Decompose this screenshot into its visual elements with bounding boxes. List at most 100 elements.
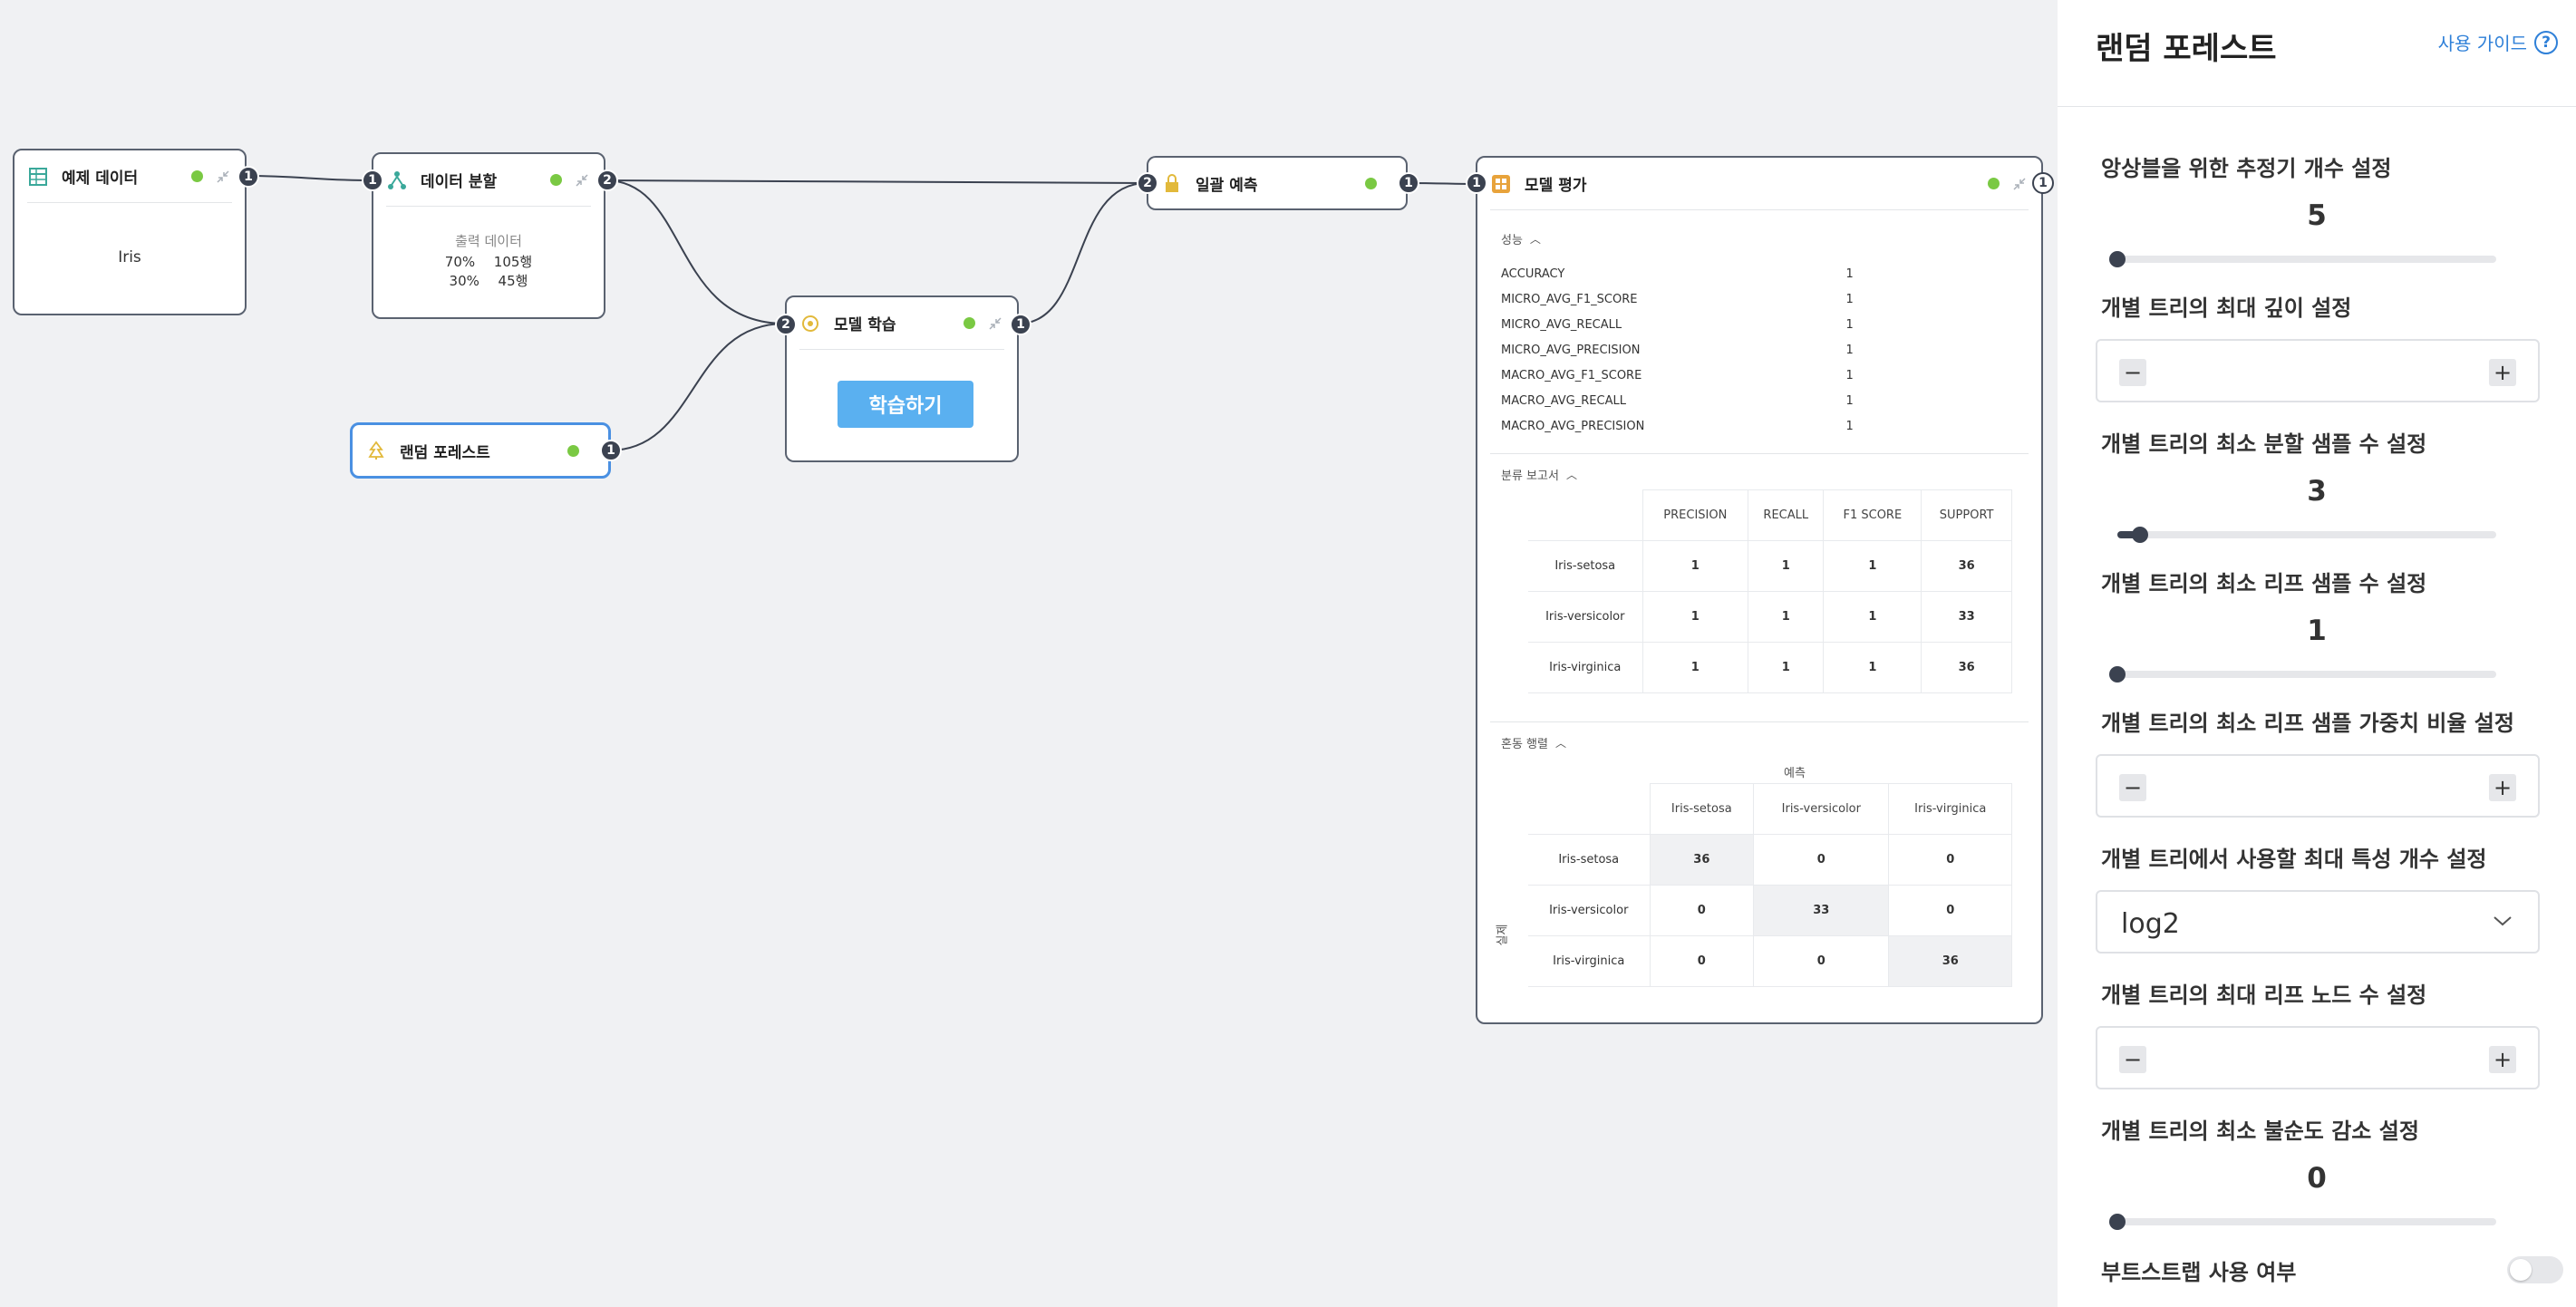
output-label: 출력 데이터 — [455, 233, 522, 249]
output-port[interactable]: 1 — [1010, 314, 1031, 335]
setting-label: 부트스트랩 사용 여부 — [2101, 1260, 2297, 1285]
metric-row: MACRO_AVG_RECALL 1 — [1501, 388, 1864, 413]
help-icon: ? — [2534, 30, 2558, 54]
column-header: PRECISION — [1641, 489, 1749, 541]
estimators-slider[interactable] — [2109, 251, 2496, 267]
table-cell: 1 — [1641, 642, 1749, 693]
guide-label: 사용 가이드 — [2437, 33, 2527, 54]
bootstrap-toggle[interactable] — [2507, 1256, 2563, 1283]
table-row: Iris-setosa 1 1 1 36 — [1528, 540, 2012, 592]
collapse-icon[interactable] — [573, 171, 591, 189]
row-label: Iris-setosa — [1528, 834, 1651, 886]
output-port[interactable]: 1 — [1398, 172, 1419, 194]
matrix-cell: 0 — [1753, 834, 1890, 886]
divider — [1490, 453, 2029, 454]
predicted-axis-label: 예측 — [1784, 767, 1806, 780]
confusion-section-toggle[interactable]: 혼동 행렬 ︿ — [1501, 734, 1566, 751]
table-header-row: Iris-setosa Iris-versicolor Iris-virgini… — [1528, 783, 2012, 835]
collapse-icon[interactable] — [214, 168, 232, 186]
output-port[interactable]: 1 — [600, 440, 622, 461]
node-sample-data[interactable]: 예제 데이터 Iris 1 — [13, 149, 259, 315]
decrement-button[interactable]: − — [2119, 774, 2146, 801]
max-depth-stepper[interactable]: − + — [2096, 339, 2540, 402]
gear-icon — [799, 313, 821, 334]
grid-icon — [1490, 173, 1512, 195]
edge-train-to-predict — [1018, 182, 1148, 324]
setting-label: 개별 트리의 최소 리프 샘플 가중치 비율 설정 — [2101, 711, 2514, 736]
row-label: Iris-versicolor — [1528, 885, 1651, 936]
input-port[interactable]: 1 — [1466, 172, 1487, 194]
workflow-canvas[interactable]: 예제 데이터 Iris 1 데이터 분할 출력 데이터 70% 105행 30%… — [0, 0, 2058, 1307]
input-port[interactable]: 2 — [775, 314, 797, 335]
section-title: 분류 보고서 — [1501, 470, 1559, 483]
row-label: Iris-virginica — [1528, 935, 1651, 987]
column-header: RECALL — [1748, 489, 1825, 541]
max-features-select[interactable]: log2 — [2096, 890, 2540, 954]
node-random-forest[interactable]: 랜덤 포레스트 1 — [350, 422, 622, 479]
table-cell: 1 — [1823, 540, 1922, 592]
metric-row: MICRO_AVG_F1_SCORE 1 — [1501, 286, 1864, 312]
decrement-button[interactable]: − — [2119, 359, 2146, 386]
output-port[interactable]: 1 — [2032, 172, 2054, 194]
increment-button[interactable]: + — [2489, 359, 2516, 386]
metric-value: 1 — [1845, 292, 1854, 306]
split-row: 30% 45행 — [373, 272, 604, 291]
increment-button[interactable]: + — [2489, 774, 2516, 801]
node-data-split[interactable]: 데이터 분할 출력 데이터 70% 105행 30% 45행 1 2 — [362, 152, 618, 319]
min-impurity-slider[interactable] — [2109, 1214, 2496, 1230]
increment-button[interactable]: + — [2489, 1046, 2516, 1073]
user-guide-link[interactable]: 사용 가이드 ? — [2438, 29, 2558, 55]
report-section-toggle[interactable]: 분류 보고서 ︿ — [1501, 466, 1577, 483]
metric-name: MACRO_AVG_PRECISION — [1501, 419, 1645, 433]
split-count: 105행 — [493, 254, 533, 270]
table-header-row: PRECISION RECALL F1 SCORE SUPPORT — [1528, 489, 2012, 541]
performance-section-toggle[interactable]: 성능 ︿ — [1501, 230, 1541, 247]
node-model-eval[interactable]: 모델 평가 1 1 성능 ︿ ACCURACY 1 MICRO_AVG_F1_SCO… — [1466, 156, 2054, 1024]
panel-header: 랜덤 포레스트 사용 가이드 ? — [2058, 0, 2576, 107]
matrix-cell: 0 — [1888, 885, 2012, 936]
output-port[interactable]: 2 — [596, 169, 618, 191]
node-title: 모델 학습 — [834, 316, 896, 334]
max-leaf-nodes-stepper[interactable]: − + — [2096, 1026, 2540, 1089]
slider-thumb[interactable] — [2132, 527, 2149, 543]
node-title: 모델 평가 — [1525, 177, 1587, 195]
table-corner — [1528, 489, 1643, 541]
node-model-train[interactable]: 모델 학습 학습하기 2 1 — [775, 295, 1031, 462]
row-label: Iris-versicolor — [1528, 591, 1643, 643]
setting-label: 앙상블을 위한 추정기 개수 설정 — [2101, 156, 2392, 181]
input-port[interactable]: 1 — [362, 169, 383, 191]
input-port[interactable]: 2 — [1137, 172, 1158, 194]
slider-thumb[interactable] — [2109, 666, 2126, 683]
section-title: 혼동 행렬 — [1501, 738, 1548, 751]
row-label: Iris-virginica — [1528, 642, 1643, 693]
decrement-button[interactable]: − — [2119, 1046, 2146, 1073]
node-batch-predict[interactable]: 일괄 예측 2 1 — [1137, 156, 1419, 210]
panel-title: 랜덤 포레스트 — [2096, 31, 2277, 67]
node-header: 예제 데이터 — [27, 150, 232, 203]
lock-icon — [1161, 172, 1183, 194]
slider-thumb[interactable] — [2109, 251, 2126, 267]
table-cell: 36 — [1921, 540, 2012, 592]
node-title: 랜덤 포레스트 — [400, 443, 490, 462]
matrix-cell: 0 — [1888, 834, 2012, 886]
min-leaf-weight-stepper[interactable]: − + — [2096, 754, 2540, 818]
collapse-icon[interactable] — [2010, 175, 2029, 193]
table-row: Iris-virginica 0 0 36 — [1528, 935, 2012, 987]
train-button[interactable]: 학습하기 — [838, 381, 973, 428]
column-header: Iris-versicolor — [1753, 783, 1890, 835]
chevron-down-icon — [2493, 914, 2513, 931]
table-icon — [27, 166, 49, 188]
min-leaf-slider[interactable] — [2109, 666, 2496, 683]
setting-value: 3 — [2307, 475, 2327, 508]
slider-thumb[interactable] — [2109, 1214, 2126, 1230]
min-split-slider[interactable] — [2117, 527, 2496, 543]
output-port[interactable]: 1 — [237, 166, 259, 188]
setting-label: 개별 트리의 최소 리프 샘플 수 설정 — [2101, 571, 2427, 596]
split-count: 45행 — [498, 273, 528, 289]
edge-split-to-train — [605, 179, 786, 324]
collapse-icon[interactable] — [986, 315, 1004, 333]
metric-row: MACRO_AVG_PRECISION 1 — [1501, 413, 1864, 439]
tree-icon — [365, 440, 387, 461]
metric-row: ACCURACY 1 — [1501, 261, 1864, 286]
matrix-cell: 0 — [1649, 885, 1755, 936]
